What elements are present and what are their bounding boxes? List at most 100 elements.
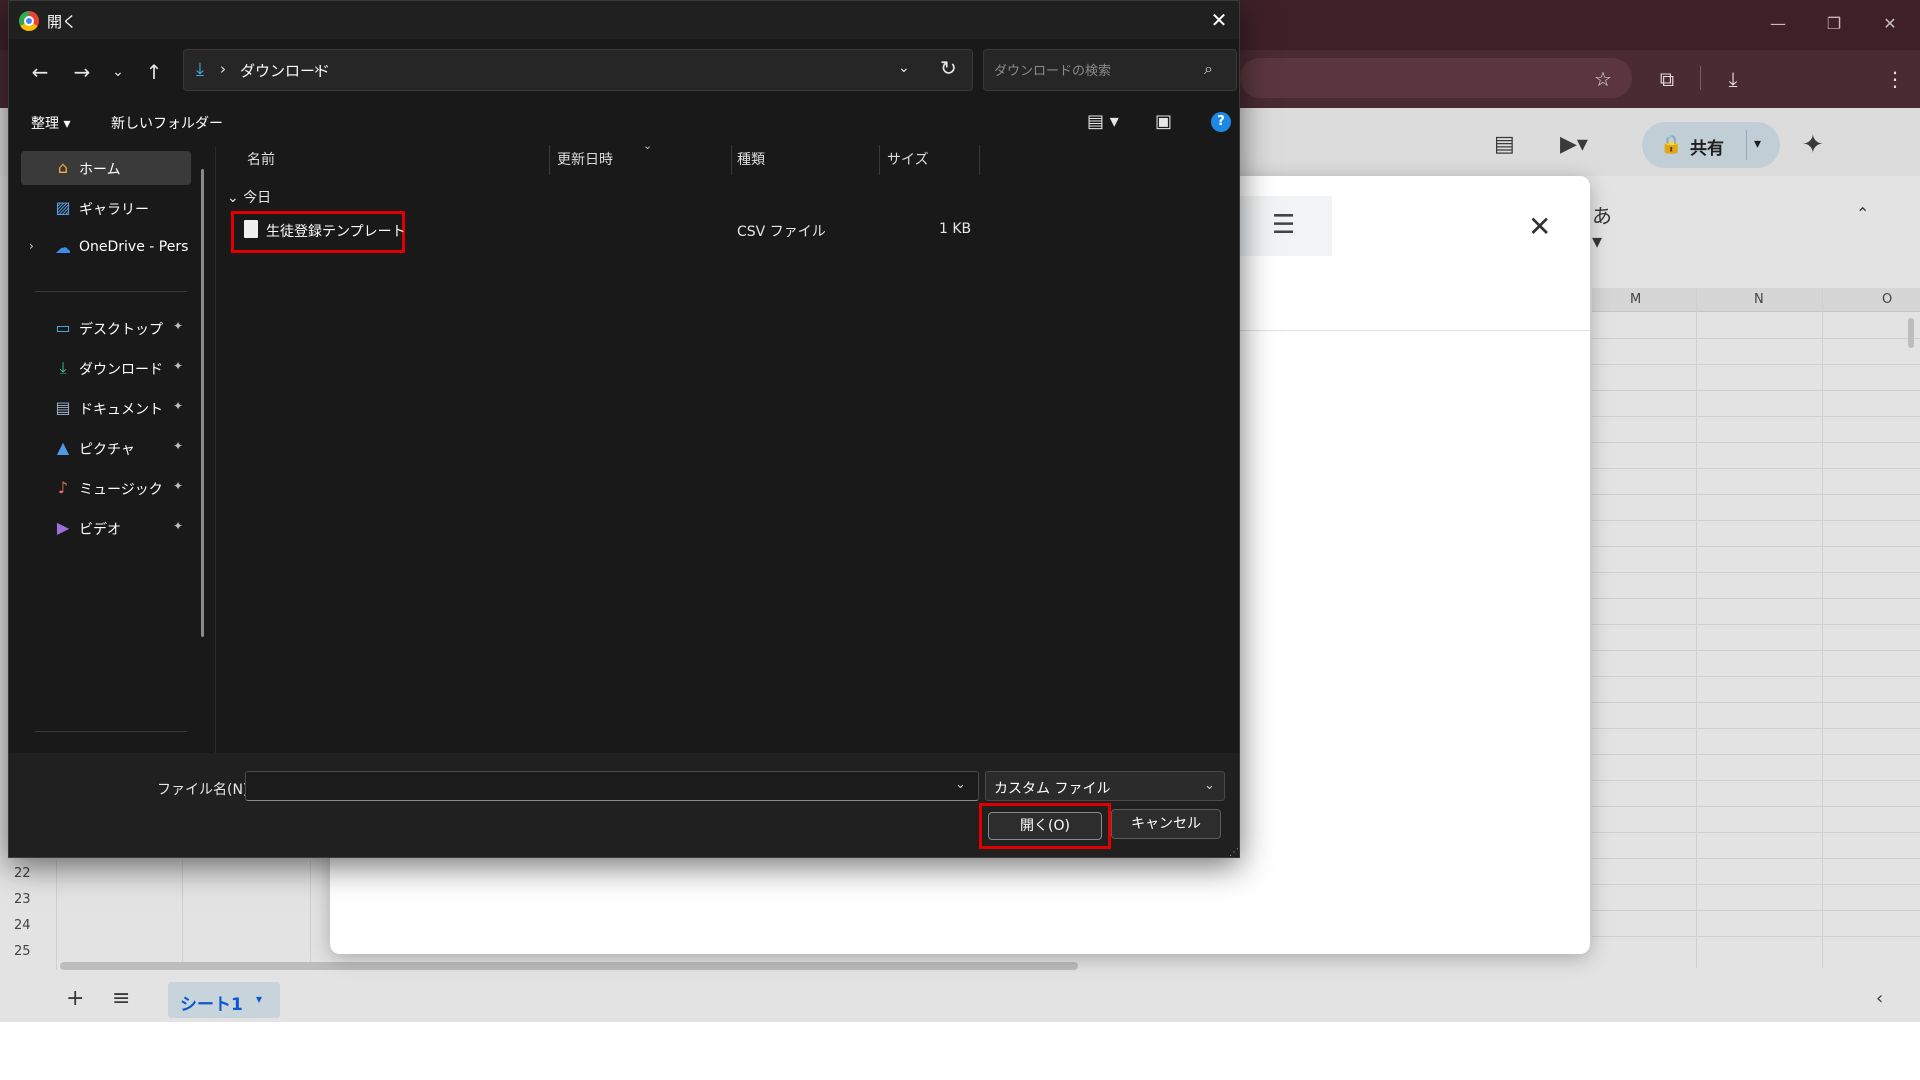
panel-close-icon[interactable]: ✕ xyxy=(1528,210,1551,243)
grid-line xyxy=(1592,598,1920,599)
column-separator[interactable] xyxy=(979,145,980,175)
help-icon[interactable]: ? xyxy=(1211,112,1231,132)
column-separator[interactable] xyxy=(731,145,732,175)
home-icon: ⌂ xyxy=(57,158,69,177)
share-button[interactable]: 🔒 共有 ▾ xyxy=(1642,122,1780,168)
comment-icon[interactable]: ▤ xyxy=(1494,132,1515,157)
downloads-icon[interactable]: ⤓ xyxy=(1718,64,1748,94)
column-header-modified[interactable]: 更新日時 xyxy=(557,149,613,169)
dialog-footer: ファイル名(N): ⌄ カスタム ファイル ⌄ 開く(O) キャンセル ⋰ xyxy=(9,753,1239,858)
column-letter[interactable]: N xyxy=(1754,292,1764,307)
meet-icon[interactable]: ▶▾ xyxy=(1560,132,1588,157)
nav-item-onedrive[interactable]: › ☁ OneDrive - Pers xyxy=(21,231,191,265)
open-button[interactable]: 開く(O) xyxy=(988,812,1102,840)
breadcrumb-separator[interactable]: › xyxy=(314,60,320,78)
input-mode-indicator[interactable]: あ ▾ xyxy=(1592,200,1612,253)
music-icon: ♪ xyxy=(57,478,69,497)
row-number[interactable]: 24 xyxy=(14,918,31,933)
preview-pane-icon[interactable]: ▣ xyxy=(1155,111,1172,132)
pin-icon[interactable]: ✦ xyxy=(173,359,183,373)
dialog-close-icon[interactable]: ✕ xyxy=(1205,7,1233,33)
pin-icon[interactable]: ✦ xyxy=(173,399,183,413)
search-input[interactable] xyxy=(994,60,1194,82)
address-history-icon[interactable]: ⌄ xyxy=(898,60,910,76)
minimize-icon[interactable]: — xyxy=(1756,10,1800,38)
pin-icon[interactable]: ✦ xyxy=(173,519,183,533)
grid-line xyxy=(1592,650,1920,651)
share-divider xyxy=(1746,130,1747,160)
nav-pane-scrollbar[interactable] xyxy=(201,169,204,637)
pin-icon[interactable]: ✦ xyxy=(173,479,183,493)
extensions-icon[interactable]: ⧉ xyxy=(1652,64,1682,94)
bookmark-star-icon[interactable]: ☆ xyxy=(1588,64,1618,94)
nav-item-pictures[interactable]: ▲ ピクチャ ✦ xyxy=(21,431,191,465)
up-arrow-icon[interactable]: ↑ xyxy=(139,57,169,87)
side-panel-toggle-icon[interactable]: ‹ xyxy=(1876,988,1883,1009)
file-item-highlighted[interactable]: 生徒登録テンプレート xyxy=(231,211,406,253)
address-breadcrumb-bar[interactable]: ⤓ › ダウンロード › ⌄ ↻ xyxy=(183,49,973,91)
organize-menu[interactable]: 整理 ▾ xyxy=(31,113,70,133)
column-header-name[interactable]: 名前 xyxy=(247,149,275,169)
back-arrow-icon[interactable]: ← xyxy=(25,57,55,87)
view-options-icon[interactable]: ▤ ▾ xyxy=(1087,111,1119,132)
column-letter[interactable]: M xyxy=(1630,292,1641,307)
nav-item-music[interactable]: ♪ ミュージック ✦ xyxy=(21,471,191,505)
sheet-tab-menu-icon[interactable]: ▾ xyxy=(256,992,262,1006)
column-separator[interactable] xyxy=(879,145,880,175)
new-folder-button[interactable]: 新しいフォルダー xyxy=(111,113,223,133)
chevron-right-icon[interactable]: › xyxy=(29,239,34,253)
vertical-scrollbar[interactable] xyxy=(1908,318,1914,348)
nav-item-downloads[interactable]: ⤓ ダウンロード ✦ xyxy=(21,351,191,385)
filter-icon[interactable]: ☰ xyxy=(1272,210,1295,240)
grid-line xyxy=(1592,754,1920,755)
nav-item-documents[interactable]: ▤ ドキュメント ✦ xyxy=(21,391,191,425)
nav-item-videos[interactable]: ▶ ビデオ ✦ xyxy=(21,511,191,545)
search-field[interactable]: ⌕ xyxy=(983,49,1237,91)
resize-grip-icon[interactable]: ⋰ xyxy=(1229,847,1239,858)
all-sheets-icon[interactable]: ≡ xyxy=(112,986,130,1011)
share-dropdown-icon[interactable]: ▾ xyxy=(1754,136,1761,152)
row-number[interactable]: 23 xyxy=(14,892,31,907)
window-close-icon[interactable]: ✕ xyxy=(1868,10,1912,38)
pin-icon[interactable]: ✦ xyxy=(173,439,183,453)
filename-history-icon[interactable]: ⌄ xyxy=(955,777,966,792)
column-header-size[interactable]: サイズ xyxy=(887,149,929,169)
file-type: CSV ファイル xyxy=(737,224,826,240)
row-number[interactable]: 22 xyxy=(14,866,31,881)
restore-icon[interactable]: ❐ xyxy=(1812,10,1856,38)
search-icon[interactable]: ⌕ xyxy=(1204,59,1213,79)
horizontal-scrollbar[interactable] xyxy=(60,962,1078,970)
recent-locations-icon[interactable]: ⌄ xyxy=(103,57,133,87)
column-letter[interactable]: O xyxy=(1882,292,1892,307)
group-header-today[interactable]: ⌄ 今日 xyxy=(227,187,271,207)
filetype-select[interactable]: カスタム ファイル ⌄ xyxy=(985,771,1225,801)
cancel-button[interactable]: キャンセル xyxy=(1111,809,1221,839)
screen: — ❐ ✕ ☆ ⧉ ⤓ ⋮ ▤ ▶▾ 🔒 共有 ▾ ✦ ⌃ M N O 22 2… xyxy=(0,0,1920,1080)
sheet-tab[interactable]: シート1 ▾ xyxy=(168,982,280,1018)
pin-icon[interactable]: ✦ xyxy=(173,319,183,333)
chrome-logo-icon xyxy=(19,11,39,31)
lock-icon: 🔒 xyxy=(1660,134,1683,155)
add-sheet-icon[interactable]: + xyxy=(66,986,84,1011)
share-label: 共有 xyxy=(1690,139,1724,159)
nav-item-desktop[interactable]: ▭ デスクトップ ✦ xyxy=(21,311,191,345)
filename-input[interactable] xyxy=(245,771,979,801)
file-open-dialog: 開く ✕ ← → ⌄ ↑ ⤓ › ダウンロード › ⌄ ↻ ⌕ 整理 ▾ 新しい… xyxy=(8,0,1240,858)
refresh-icon[interactable]: ↻ xyxy=(940,56,957,80)
collapse-icon[interactable]: ⌃ xyxy=(1856,204,1869,223)
breadcrumb-separator[interactable]: › xyxy=(220,60,226,78)
gemini-icon[interactable]: ✦ xyxy=(1802,130,1824,160)
column-separator[interactable] xyxy=(549,145,550,175)
chrome-menu-icon[interactable]: ⋮ xyxy=(1880,64,1910,94)
grid-line xyxy=(1592,390,1920,391)
file-size: 1 KB xyxy=(939,221,972,237)
row-number[interactable]: 25 xyxy=(14,944,31,959)
address-bar[interactable] xyxy=(1240,58,1632,98)
open-button-highlight: 開く(O) xyxy=(979,803,1111,849)
grid-line xyxy=(1592,624,1920,625)
nav-item-home[interactable]: ⌂ ホーム xyxy=(21,151,191,185)
column-header-type[interactable]: 種類 xyxy=(737,149,765,169)
grid-line xyxy=(1592,806,1920,807)
forward-arrow-icon[interactable]: → xyxy=(67,57,97,87)
nav-item-gallery[interactable]: ▨ ギャラリー xyxy=(21,191,191,225)
